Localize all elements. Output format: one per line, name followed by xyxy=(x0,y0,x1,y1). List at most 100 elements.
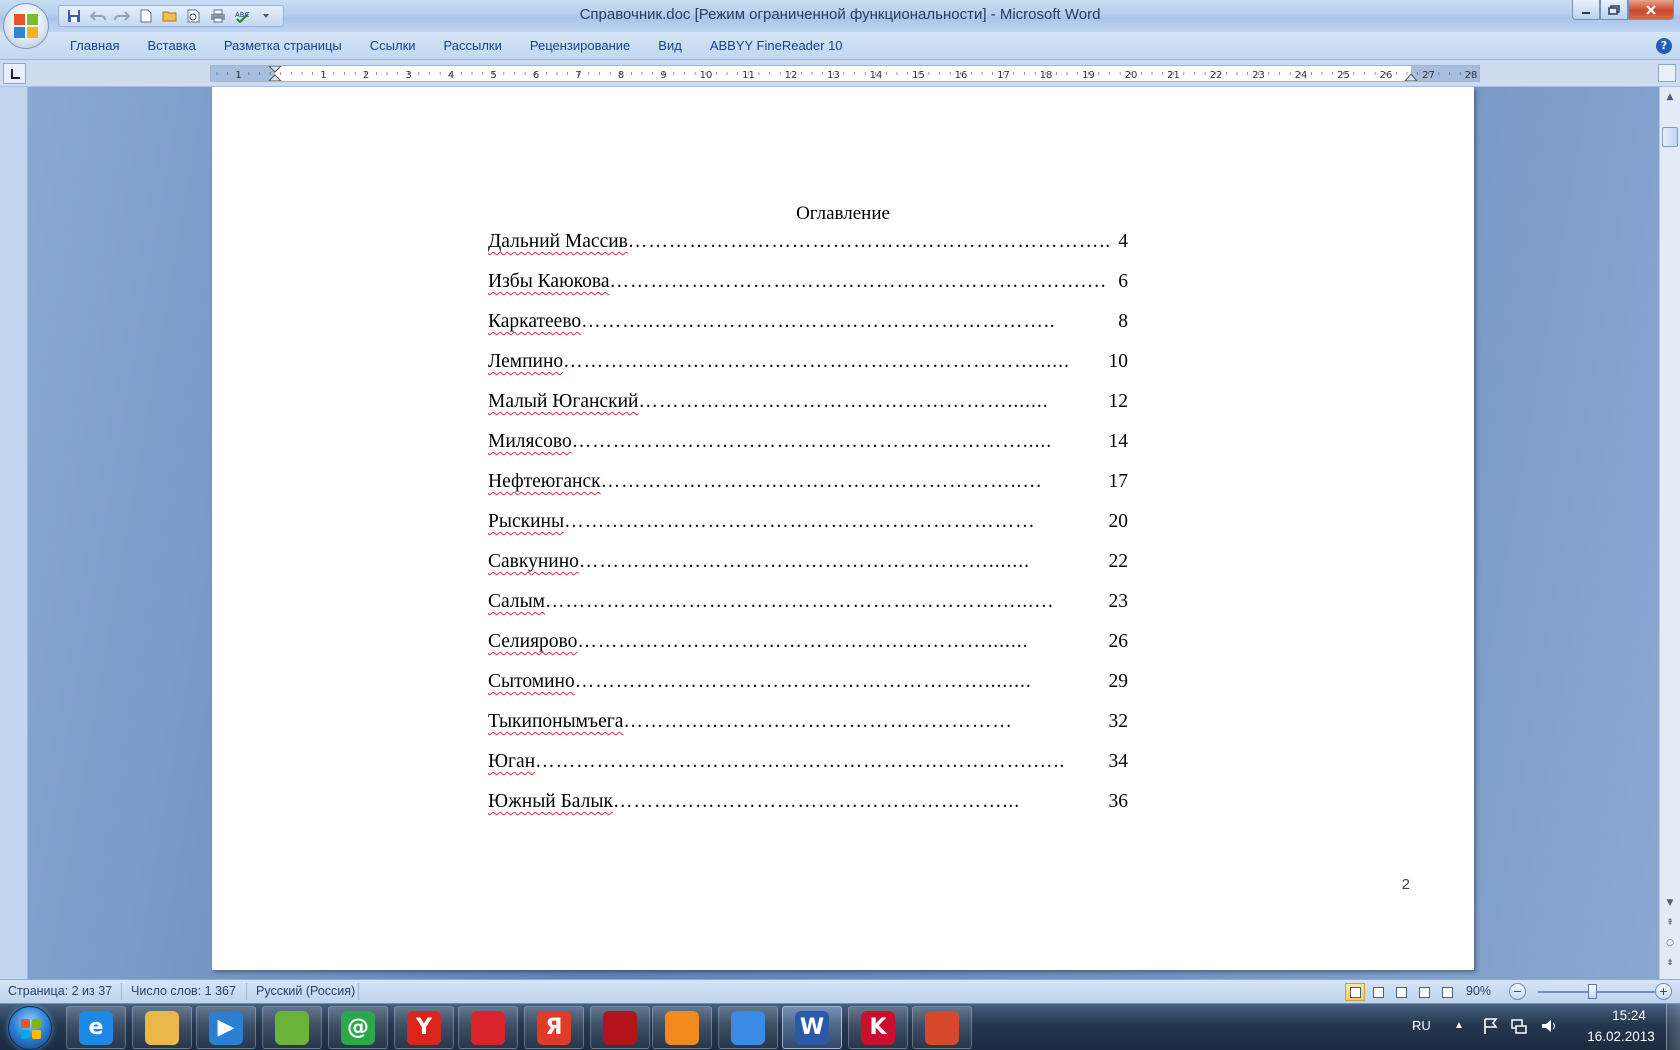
toc-entry-name: Каркатеево xyxy=(488,311,582,332)
ruler-label: 5 xyxy=(490,70,496,81)
print-layout-view-button[interactable] xyxy=(1345,983,1365,1001)
input-language-indicator[interactable]: RU xyxy=(1412,1018,1431,1033)
redo-icon[interactable] xyxy=(111,7,133,25)
toc-entry-page: 4 xyxy=(1118,231,1128,252)
toc-entry-name: Нефтеюганск xyxy=(488,471,601,492)
full-screen-reading-view-button[interactable] xyxy=(1368,983,1388,1001)
customize-dropdown-icon[interactable] xyxy=(255,7,277,25)
taskbar-app-vlc[interactable] xyxy=(652,1006,712,1049)
toc-entry: Каркатеево………..………………………………………………….. 8 xyxy=(488,311,1128,333)
taskbar-app-yandex-browser[interactable]: Y xyxy=(394,1006,454,1049)
spelling-check-icon[interactable]: ABC xyxy=(231,7,253,25)
outline-view-button[interactable] xyxy=(1414,983,1434,1001)
ruler-label: 1 xyxy=(320,70,326,81)
next-page-icon[interactable]: ⇟ xyxy=(1662,955,1678,971)
ruler-label: 8 xyxy=(618,70,624,81)
scroll-up-icon[interactable]: ▲ xyxy=(1662,89,1678,105)
toc-entry-name: Дальний Массив xyxy=(488,231,628,252)
document-page[interactable]: Оглавление 2 Дальний Массив…………………………………… xyxy=(212,87,1474,970)
show-desktop-button[interactable] xyxy=(1666,1004,1680,1050)
horizontal-ruler[interactable]: 1 1 2 3 4 5 6 7 8 9 10 11 12 13 14 15 16 17 18 19 20 21 22 23 24… xyxy=(210,65,1480,82)
tab-selector-button[interactable] xyxy=(3,63,26,84)
toc-leader-dots: …………………………………………………………… xyxy=(564,511,1036,532)
select-browse-object-icon[interactable]: ○ xyxy=(1662,935,1678,951)
zoom-level[interactable]: 90% xyxy=(1466,984,1491,998)
toc-leader-dots: ………..………………………………………………….. xyxy=(581,311,1056,332)
taskbar-app-mail-agent[interactable]: @ xyxy=(328,1006,388,1049)
volume-icon[interactable] xyxy=(1540,1017,1558,1035)
scrollbar-thumb[interactable] xyxy=(1662,127,1678,147)
web-layout-view-button[interactable] xyxy=(1391,983,1411,1001)
tab-mailings[interactable]: Рассылки xyxy=(430,38,516,53)
tab-review[interactable]: Рецензирование xyxy=(516,38,644,53)
minimize-button[interactable] xyxy=(1572,0,1600,20)
indent-marker-icon[interactable] xyxy=(268,66,282,81)
toc-leader-dots: ………………………………………………....... xyxy=(638,391,1049,412)
start-button[interactable] xyxy=(8,1006,52,1050)
toc-leader-dots: ……………………………………………………………….….. xyxy=(535,751,1066,772)
tab-insert[interactable]: Вставка xyxy=(133,38,209,53)
close-button[interactable] xyxy=(1628,0,1674,20)
previous-page-icon[interactable]: ⇞ xyxy=(1662,915,1678,931)
print-icon[interactable] xyxy=(207,7,229,25)
toc-entry-page: 6 xyxy=(1118,271,1128,292)
restore-button[interactable] xyxy=(1600,0,1628,20)
media-player-icon: ▶ xyxy=(209,1010,243,1045)
taskbar-app-green-circle-app[interactable] xyxy=(262,1006,322,1049)
taskbar-app-file-explorer[interactable] xyxy=(132,1006,192,1049)
taskbar-app-adobe-reader[interactable] xyxy=(590,1006,650,1049)
taskbar-app-chrome[interactable] xyxy=(718,1006,778,1049)
toc-entry-name: Тыкипонымъега xyxy=(488,711,624,732)
tab-home[interactable]: Главная xyxy=(56,38,133,53)
toc-entry: Избы Каюкова…………………………………………………………….… 6 xyxy=(488,271,1128,293)
help-icon[interactable]: ? xyxy=(1656,38,1672,54)
zoom-in-button[interactable]: + xyxy=(1655,983,1672,1000)
taskbar-app-word[interactable]: W xyxy=(782,1006,842,1049)
page-count-status[interactable]: Страница: 2 из 37 xyxy=(8,984,112,998)
taskbar-app-red-app[interactable] xyxy=(458,1006,518,1049)
word-count-status[interactable]: Число слов: 1 367 xyxy=(131,984,236,998)
zoom-slider-thumb[interactable] xyxy=(1588,984,1598,999)
save-icon[interactable] xyxy=(63,7,85,25)
zoom-slider[interactable] xyxy=(1538,991,1662,993)
ruler-label: 23 xyxy=(1252,70,1265,81)
taskbar-app-internet-explorer[interactable]: e xyxy=(66,1006,126,1049)
status-bar: Страница: 2 из 37 Число слов: 1 367 Русс… xyxy=(0,979,1680,1003)
toc-entry-name: Южный Балык xyxy=(488,791,613,812)
right-indent-marker-icon[interactable] xyxy=(1404,73,1418,81)
view-ruler-icon[interactable] xyxy=(1658,64,1676,82)
clock-date[interactable]: 16.02.2013 xyxy=(1582,1029,1660,1044)
taskbar-app-yandex[interactable]: Я xyxy=(524,1006,584,1049)
network-icon[interactable] xyxy=(1510,1017,1528,1035)
vlc-icon xyxy=(665,1010,699,1045)
ruler-label: 13 xyxy=(827,70,840,81)
toc-entry: Дальний Массив…………………………………………………………….. 4 xyxy=(488,231,1128,253)
action-center-flag-icon[interactable] xyxy=(1482,1017,1500,1035)
undo-icon[interactable] xyxy=(87,7,109,25)
ruler-label: 26 xyxy=(1380,70,1393,81)
tab-abbyy-finereader[interactable]: ABBYY FineReader 10 xyxy=(696,38,857,53)
tab-view[interactable]: Вид xyxy=(644,38,696,53)
document-workspace: Оглавление 2 Дальний Массив…………………………………… xyxy=(28,87,1659,979)
new-document-icon[interactable] xyxy=(135,7,157,25)
word-icon: W xyxy=(795,1010,829,1045)
ruler-label: 18 xyxy=(1040,70,1053,81)
print-preview-icon[interactable] xyxy=(183,7,205,25)
red-app-icon xyxy=(471,1010,505,1045)
toc-leader-dots: …………………………………………………... xyxy=(612,791,1021,812)
language-status[interactable]: Русский (Россия) xyxy=(256,984,355,998)
toc-entry-page: 23 xyxy=(1108,591,1129,612)
taskbar-app-media-player[interactable]: ▶ xyxy=(196,1006,256,1049)
office-button[interactable] xyxy=(3,3,49,49)
scroll-down-icon[interactable]: ▼ xyxy=(1662,895,1678,911)
clock-time[interactable]: 15:24 xyxy=(1598,1008,1660,1023)
zoom-out-button[interactable]: − xyxy=(1509,983,1526,1000)
draft-view-button[interactable] xyxy=(1437,983,1457,1001)
tab-page-layout[interactable]: Разметка страницы xyxy=(210,38,356,53)
show-hidden-icons-icon[interactable]: ▲ xyxy=(1454,1020,1464,1031)
taskbar-app-kaspersky[interactable]: K xyxy=(848,1006,908,1049)
vertical-scrollbar[interactable]: ▲ ▼ ⇞ ○ ⇟ xyxy=(1659,87,1680,979)
open-folder-icon[interactable] xyxy=(159,7,181,25)
taskbar-app-presentation-app[interactable] xyxy=(912,1006,972,1049)
tab-references[interactable]: Ссылки xyxy=(356,38,430,53)
